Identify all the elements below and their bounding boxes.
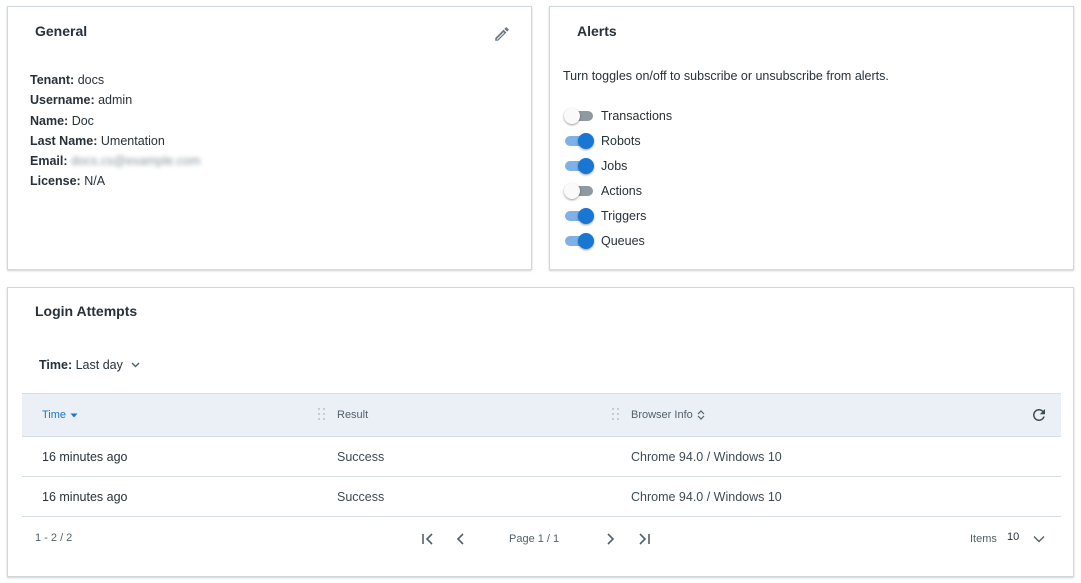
cell-browser-info: Chrome 94.0 / Windows 10 <box>631 450 782 464</box>
alert-toggle-switch[interactable] <box>564 182 594 200</box>
tenant-value: docs <box>77 73 105 87</box>
previous-page-icon[interactable] <box>451 529 471 549</box>
pagination-range: 1 - 2 / 2 <box>35 532 73 544</box>
alert-toggle-label: Actions <box>601 183 642 198</box>
alert-toggle-row[interactable]: Queues <box>564 228 672 253</box>
items-per-page-select[interactable]: 10 <box>1007 531 1045 543</box>
login-attempts-title: Login Attempts <box>35 303 138 319</box>
name-key: Name: <box>30 113 69 128</box>
alert-toggle-label: Triggers <box>601 208 647 223</box>
email-row: Email: docs.cs@example.com <box>30 151 200 171</box>
first-page-icon[interactable] <box>418 529 438 549</box>
license-value: N/A <box>84 174 106 189</box>
alert-toggle-row[interactable]: Actions <box>564 178 672 203</box>
chevron-down-icon <box>1033 535 1045 543</box>
toggle-knob <box>578 232 594 249</box>
alert-toggle-row[interactable]: Robots <box>564 128 672 153</box>
grid-header: Time Result Browser Info <box>22 393 1061 437</box>
toggle-knob <box>578 132 594 149</box>
tenant-key: Tenant: <box>30 73 75 87</box>
pencil-icon[interactable] <box>491 23 513 45</box>
column-header-result-label: Result <box>337 409 369 421</box>
alert-toggle-switch[interactable] <box>564 232 594 250</box>
alert-toggle-label: Robots <box>601 133 641 148</box>
table-row[interactable]: 16 minutes ago Success Chrome 94.0 / Win… <box>22 437 1061 477</box>
username-value: admin <box>98 93 133 108</box>
column-resize-handle[interactable] <box>612 408 620 422</box>
alerts-card: Alerts Turn toggles on/off to subscribe … <box>549 6 1074 270</box>
login-attempts-card: Login Attempts Time: Last day Time Resul… <box>7 287 1074 577</box>
email-value: docs.cs@example.com <box>71 154 201 169</box>
alert-toggle-switch[interactable] <box>564 107 594 125</box>
license-row: License: N/A <box>30 171 200 191</box>
pagination-bar: 1 - 2 / 2 Page 1 / 1 Items 10 <box>8 514 1075 566</box>
general-title: General <box>35 23 88 39</box>
items-per-page-value: 10 <box>1007 531 1020 543</box>
general-info-list: Tenant: docs Username: admin Name: Doc L… <box>30 70 200 192</box>
toggle-knob <box>578 207 594 224</box>
cell-time: 16 minutes ago <box>42 490 128 504</box>
column-header-time[interactable]: Time <box>42 394 78 436</box>
refresh-icon[interactable] <box>1030 406 1048 424</box>
time-filter-dropdown[interactable]: Time: Last day <box>39 358 140 372</box>
name-row: Name: Doc <box>30 111 200 131</box>
username-row: Username: admin <box>30 90 200 110</box>
alert-toggle-row[interactable]: Triggers <box>564 203 672 228</box>
column-header-browser-info[interactable]: Browser Info <box>631 394 705 436</box>
cell-browser-info: Chrome 94.0 / Windows 10 <box>631 490 782 504</box>
sort-unsorted-icon <box>697 410 705 420</box>
items-per-page-label: Items <box>970 533 997 545</box>
alert-toggle-switch[interactable] <box>564 132 594 150</box>
cell-time: 16 minutes ago <box>42 450 128 464</box>
alert-toggle-label: Jobs <box>601 158 628 173</box>
alert-toggle-switch[interactable] <box>564 157 594 175</box>
toggle-knob <box>564 182 580 199</box>
general-card: General Tenant: docs Username: admin Nam… <box>7 6 532 270</box>
alert-toggle-row[interactable]: Transactions <box>564 103 672 128</box>
column-resize-handle[interactable] <box>318 408 326 422</box>
alert-toggle-row[interactable]: Jobs <box>564 153 672 178</box>
toggle-knob <box>564 107 580 124</box>
alerts-description: Turn toggles on/off to subscribe or unsu… <box>563 69 889 83</box>
last-name-value: Umentation <box>100 133 165 148</box>
username-key: Username: <box>30 93 95 108</box>
alerts-toggle-list: Transactions Robots Jobs Actions Triggers Que… <box>564 103 672 253</box>
license-key: License: <box>30 174 81 189</box>
name-value: Doc <box>71 113 94 128</box>
next-page-icon[interactable] <box>600 529 620 549</box>
alerts-title: Alerts <box>577 23 617 39</box>
tenant-row: Tenant: docs <box>30 70 200 90</box>
last-page-icon[interactable] <box>634 529 654 549</box>
cell-result: Success <box>337 490 385 504</box>
last-name-key: Last Name: <box>30 133 98 148</box>
alert-toggle-label: Transactions <box>601 108 673 123</box>
time-filter-value: Last day <box>75 358 123 372</box>
cell-result: Success <box>337 450 385 464</box>
email-key: Email: <box>30 154 68 169</box>
column-header-browser-label: Browser Info <box>631 409 693 421</box>
table-row[interactable]: 16 minutes ago Success Chrome 94.0 / Win… <box>22 477 1061 517</box>
chevron-down-icon <box>131 362 140 368</box>
time-filter-key: Time: <box>39 358 73 372</box>
column-header-result[interactable]: Result <box>337 394 368 436</box>
sort-descending-icon <box>70 413 78 418</box>
last-name-row: Last Name: Umentation <box>30 131 200 151</box>
login-attempts-grid: Time Result Browser Info 16 minutes ago … <box>22 393 1061 517</box>
alert-toggle-switch[interactable] <box>564 207 594 225</box>
alert-toggle-label: Queues <box>601 233 645 248</box>
column-header-time-label: Time <box>42 409 67 421</box>
toggle-knob <box>578 157 594 174</box>
page-indicator: Page 1 / 1 <box>509 533 560 545</box>
